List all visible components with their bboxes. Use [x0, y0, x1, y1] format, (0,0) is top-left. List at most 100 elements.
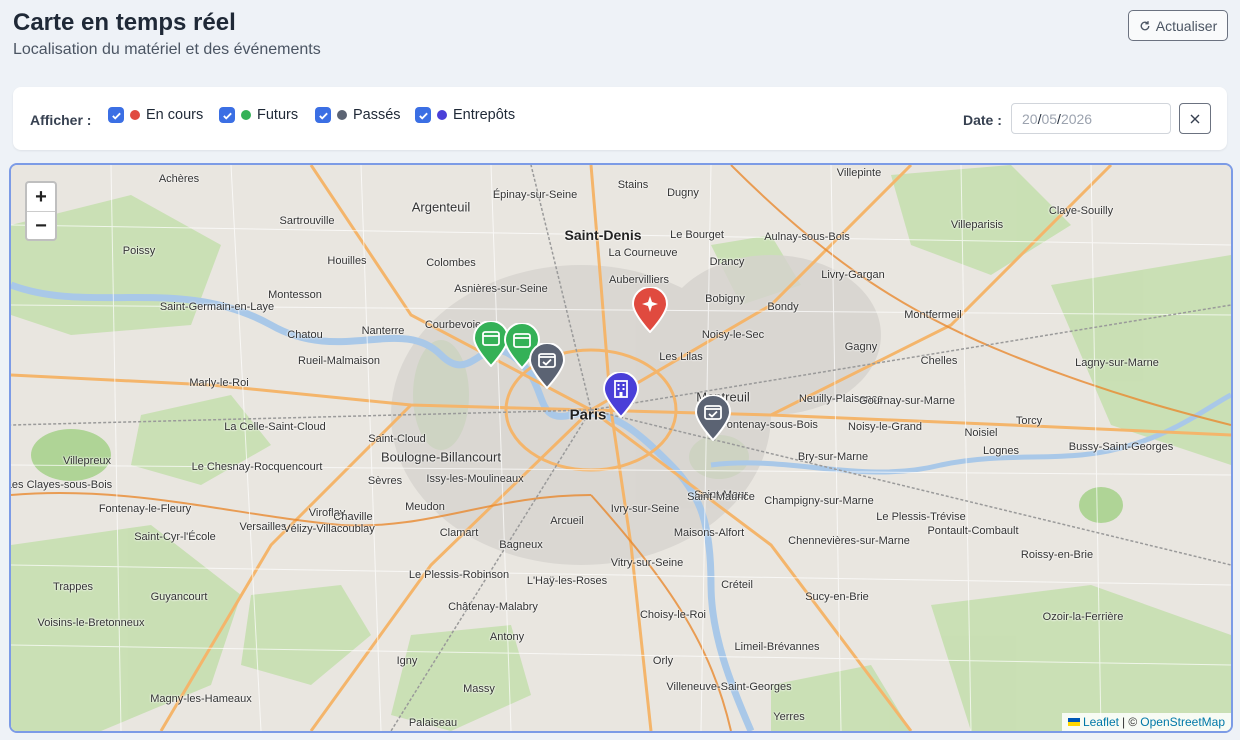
- map-label-la-celle: La Celle-Saint-Cloud: [224, 421, 326, 433]
- check-icon: [222, 112, 232, 120]
- map-label-bagneux: Bagneux: [499, 539, 543, 551]
- filter-en-cours-checkbox[interactable]: [108, 107, 124, 123]
- leaflet-link[interactable]: Leaflet: [1083, 715, 1119, 729]
- status-dot-purple: [437, 110, 447, 120]
- attribution-separator: | ©: [1121, 715, 1138, 729]
- marker-passe-1[interactable]: [528, 342, 566, 390]
- map-label-issy: Issy-les-Moulineaux: [426, 473, 524, 485]
- map-label-sucy: Sucy-en-Brie: [805, 591, 869, 603]
- refresh-button-label: Actualiser: [1155, 17, 1218, 34]
- map-label-montfermeil: Montfermeil: [904, 309, 962, 321]
- map-label-vitry: Vitry-sur-Seine: [610, 557, 684, 569]
- map-label-saint-maurice: Saint-Maurice: [687, 491, 755, 503]
- filter-entrepots-checkbox[interactable]: [415, 107, 431, 123]
- map-label-massy: Massy: [463, 683, 495, 695]
- page-title: Carte en temps réel: [13, 9, 236, 36]
- map-label-bry-sur-marne: Bry-sur-Marne: [797, 451, 869, 463]
- map-label-sevres: Sèvres: [367, 475, 403, 487]
- map-label-gournay: Gournay-sur-Marne: [859, 395, 955, 407]
- map-label-fontenay-le-fleury: Fontenay-le-Fleury: [98, 503, 192, 515]
- map-label-claye-souilly: Claye-Souilly: [1048, 205, 1114, 217]
- map-label-ozoir: Ozoir-la-Ferrière: [1042, 611, 1124, 623]
- map-label-acheres: Achères: [158, 173, 200, 185]
- filter-passes-checkbox[interactable]: [315, 107, 331, 123]
- map-label-houilles: Houilles: [327, 255, 367, 267]
- map-label-velizy: Vélizy-Villacoublay: [283, 523, 375, 535]
- date-input[interactable]: 20/05/2026: [1011, 103, 1171, 134]
- openstreetmap-link[interactable]: OpenStreetMap: [1140, 715, 1225, 729]
- filter-en-cours[interactable]: En cours: [108, 107, 203, 123]
- map-label-saint-cyr: Saint-Cyr-l'École: [134, 531, 216, 543]
- zoom-out-button[interactable]: −: [27, 212, 55, 239]
- map-label-torcy: Torcy: [1015, 415, 1043, 427]
- map-label-voisins: Voisins-le-Bretonneux: [37, 617, 145, 629]
- map-label-bussy: Bussy-Saint-Georges: [1068, 441, 1174, 453]
- map-label-gagny: Gagny: [844, 341, 878, 353]
- map-label-villepreux: Villepreux: [62, 455, 112, 467]
- map-label-igny: Igny: [396, 655, 418, 667]
- status-dot-green: [241, 110, 251, 120]
- map-label-plessis-trevise: Le Plessis-Trévise: [876, 511, 966, 523]
- map-label-creteil: Créteil: [721, 579, 753, 591]
- map-label-plessis-robinson: Le Plessis-Robinson: [408, 569, 510, 581]
- map-label-ivry: Ivry-sur-Seine: [610, 503, 680, 515]
- map-label-versailles: Versailles: [239, 521, 287, 533]
- map-label-marly: Marly-le-Roi: [189, 377, 249, 389]
- filter-en-cours-label: En cours: [146, 107, 204, 123]
- map-label-stains: Stains: [617, 179, 649, 191]
- map-label-sartrouville: Sartrouville: [279, 215, 335, 227]
- filter-entrepots-label: Entrepôts: [453, 107, 516, 123]
- map-label-la-courneuve: La Courneuve: [608, 247, 678, 259]
- map-label-chelles: Chelles: [920, 355, 958, 367]
- map-label-les-lilas: Les Lilas: [659, 351, 703, 363]
- map-label-boulogne: Boulogne-Billancourt: [381, 449, 501, 465]
- map-label-villepinte: Villepinte: [836, 167, 882, 179]
- marker-en-cours[interactable]: [631, 286, 669, 334]
- map-label-livry-gargan: Livry-Gargan: [821, 269, 885, 281]
- map-label-saint-denis: Saint-Denis: [564, 227, 642, 243]
- map-label-chatou: Chatou: [287, 329, 323, 341]
- map-label-colombes: Colombes: [426, 257, 476, 269]
- map-label-trappes: Trappes: [53, 581, 93, 593]
- map-label-lognes: Lognes: [982, 445, 1020, 457]
- map-label-lagny: Lagny-sur-Marne: [1075, 357, 1159, 369]
- map-label-aulnay: Aulnay-sous-Bois: [764, 231, 850, 243]
- marker-passe-2[interactable]: [694, 394, 732, 442]
- map-label-nanterre: Nanterre: [361, 325, 405, 337]
- check-icon: [318, 112, 328, 120]
- map-label-chaville: Chaville: [333, 511, 373, 523]
- filter-passes[interactable]: Passés: [315, 107, 401, 123]
- map-label-lhay: L'Haÿ-les-Roses: [526, 575, 608, 587]
- map-label-argenteuil: Argenteuil: [411, 199, 471, 215]
- map-label-meudon: Meudon: [405, 501, 445, 513]
- clear-date-button[interactable]: [1179, 103, 1211, 134]
- map-label-roissy-en-brie: Roissy-en-Brie: [1020, 549, 1094, 561]
- date-label: Date :: [963, 112, 1002, 128]
- filter-entrepots[interactable]: Entrepôts: [415, 107, 515, 123]
- map-label-montesson: Montesson: [268, 289, 322, 301]
- map-label-magny: Magny-les-Hameaux: [150, 693, 252, 705]
- map-label-antony: Antony: [489, 631, 525, 643]
- map-label-villeparisis: Villeparisis: [950, 219, 1004, 231]
- map-label-clamart: Clamart: [439, 527, 479, 539]
- close-icon: [1190, 114, 1200, 123]
- filter-label: Afficher :: [30, 112, 92, 128]
- marker-entrepot[interactable]: [602, 371, 640, 419]
- zoom-in-button[interactable]: +: [27, 183, 55, 212]
- map-label-chennevieres: Chennevières-sur-Marne: [788, 535, 910, 547]
- map-label-yerres: Yerres: [773, 711, 805, 723]
- refresh-button[interactable]: Actualiser: [1128, 10, 1228, 41]
- map-label-bobigny: Bobigny: [705, 293, 745, 305]
- map-label-arcueil: Arcueil: [550, 515, 584, 527]
- map-label-drancy: Drancy: [709, 256, 745, 268]
- map-container[interactable]: Argenteuil Saint-Denis Paris Montreuil B…: [9, 163, 1233, 733]
- zoom-control: + −: [25, 181, 57, 241]
- filter-futurs-checkbox[interactable]: [219, 107, 235, 123]
- map-label-noisy-le-grand: Noisy-le-Grand: [848, 421, 922, 433]
- map-label-les-clayes: Les Clayes-sous-Bois: [9, 479, 113, 491]
- filter-futurs[interactable]: Futurs: [219, 107, 298, 123]
- map-label-champigny: Champigny-sur-Marne: [764, 495, 874, 507]
- map-label-le-bourget: Le Bourget: [670, 229, 724, 241]
- status-dot-red: [130, 110, 140, 120]
- map-label-noisy-le-sec: Noisy-le-Sec: [701, 329, 765, 341]
